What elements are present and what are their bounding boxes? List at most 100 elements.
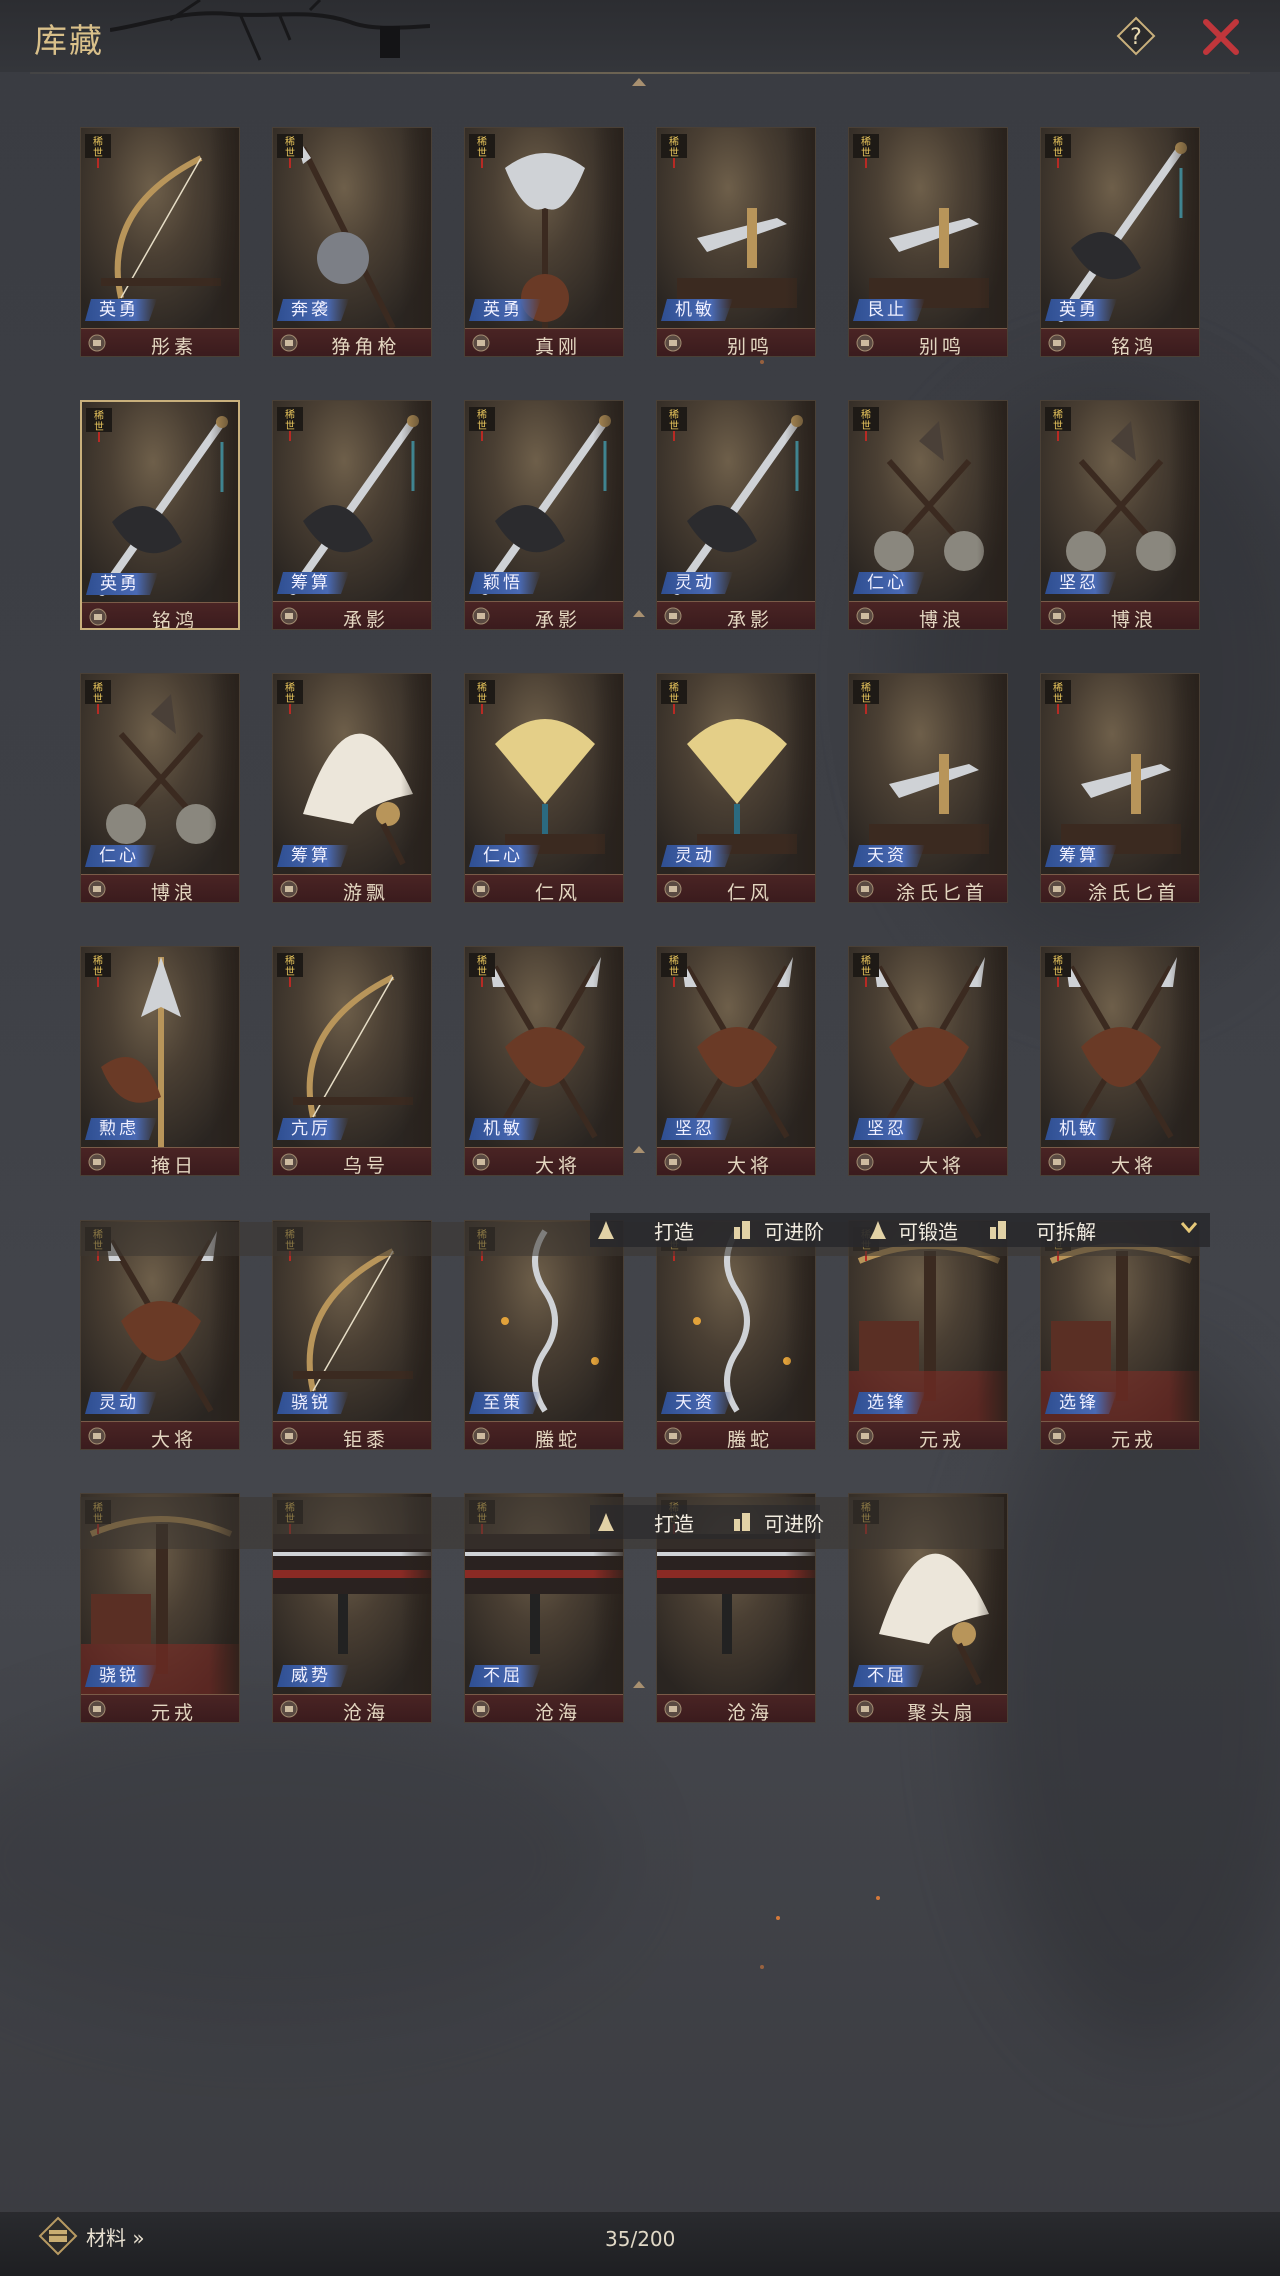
rare-badge-icon: 稀 世 (853, 953, 879, 987)
forge-filter-label[interactable]: 打造 (654, 1508, 694, 1537)
lock-seal-icon (89, 608, 107, 626)
equipment-card[interactable]: 稀 世 英勇 铭鸿 (80, 400, 240, 630)
rare-badge-icon: 稀 世 (469, 953, 495, 987)
svg-text:稀: 稀 (477, 681, 487, 694)
card-name: 大将 (918, 1155, 965, 1176)
card-name: 聚头扇 (907, 1702, 977, 1723)
dismantle-filter-label[interactable]: 可拆解 (1036, 1216, 1096, 1245)
svg-text:稀: 稀 (1053, 954, 1063, 967)
trait-tag: 艮止 (853, 299, 925, 321)
svg-text:世: 世 (477, 693, 487, 705)
svg-text:世: 世 (285, 147, 295, 159)
ember-particle (760, 360, 764, 364)
equipment-card[interactable]: 稀 世 亢厉 乌号 (272, 946, 432, 1176)
card-name-bar: 彤素 (81, 328, 239, 357)
trait-tag: 天资 (853, 845, 925, 867)
svg-text:稀: 稀 (93, 954, 103, 967)
card-name: 仁风 (534, 882, 581, 903)
card-name: 大将 (534, 1155, 581, 1176)
svg-text:世: 世 (285, 693, 295, 705)
materials-button[interactable]: 材料 » (86, 2222, 145, 2251)
header-divider (30, 72, 1250, 74)
card-name-bar: 聚头扇 (849, 1694, 1007, 1723)
svg-text:稀: 稀 (1053, 135, 1063, 148)
lock-seal-icon (1048, 880, 1066, 898)
equipment-card[interactable]: 稀 世 机敏 大将 (1040, 946, 1200, 1176)
card-name-bar: 博浪 (1041, 601, 1199, 629)
lock-seal-icon (280, 607, 298, 625)
svg-text:稀: 稀 (285, 954, 295, 967)
header-bar: 库藏 ? (0, 0, 1280, 72)
equipment-card[interactable]: 稀 世 坚忍 大将 (848, 946, 1008, 1176)
trait-tag: 至策 (469, 1392, 541, 1414)
forge-filter-label[interactable]: 打造 (654, 1216, 694, 1245)
svg-text:世: 世 (1053, 420, 1063, 432)
advance-filter-label[interactable]: 可进阶 (764, 1508, 824, 1537)
lock-seal-icon (664, 607, 682, 625)
advance-filter-icon (734, 1513, 750, 1531)
dismantle-filter-icon (990, 1221, 1006, 1239)
rare-badge-icon: 稀 世 (1045, 953, 1071, 987)
trait-tag: 英勇 (1045, 299, 1117, 321)
equipment-card[interactable]: 稀 世 天资 涂氏匕首 (848, 673, 1008, 903)
trait-tag: 仁心 (853, 572, 925, 594)
card-name: 承影 (342, 609, 389, 630)
card-name: 承影 (726, 609, 773, 630)
equipment-card[interactable]: 稀 世 机敏 别鸣 (656, 127, 816, 357)
card-name-bar: 博浪 (81, 874, 239, 902)
filter-dropdown-chevron-icon[interactable] (1180, 1221, 1198, 1233)
lock-seal-icon (88, 1153, 106, 1171)
svg-text:稀: 稀 (285, 681, 295, 694)
card-name: 涂氏匕首 (1087, 882, 1180, 903)
lock-seal-icon (664, 1700, 682, 1718)
card-name: 大将 (726, 1155, 773, 1176)
card-name-bar: 沧海 (465, 1694, 623, 1722)
equipment-card[interactable]: 稀 世 仁心 博浪 (80, 673, 240, 903)
rare-badge-icon: 稀 世 (85, 134, 111, 168)
equipment-card[interactable]: 稀 世 灵动 承影 (656, 400, 816, 630)
card-name-bar: 别鸣 (849, 328, 1007, 357)
equipment-card[interactable]: 稀 世 筹算 承影 (272, 400, 432, 630)
svg-text:?: ? (1130, 25, 1142, 50)
trait-tag: 选锋 (1045, 1392, 1117, 1414)
card-name-bar: 涂氏匕首 (1041, 874, 1199, 903)
equipment-card[interactable]: 稀 世 灵动 仁风 (656, 673, 816, 903)
lock-seal-icon (472, 1427, 490, 1445)
equipment-card[interactable]: 稀 世 筹算 游飘 (272, 673, 432, 903)
trait-tag: 骁锐 (85, 1665, 157, 1687)
equipment-card[interactable]: 稀 世 颖悟 承影 (464, 400, 624, 630)
equipment-card[interactable]: 稀 世 勲虑 掩日 (80, 946, 240, 1176)
rare-badge-icon: 稀 世 (853, 134, 879, 168)
equipment-card[interactable]: 稀 世 机敏 大将 (464, 946, 624, 1176)
forge-filter-label[interactable]: 可锻造 (898, 1216, 958, 1245)
equipment-card[interactable]: 稀 世 英勇 真刚 (464, 127, 624, 357)
card-name: 狰角枪 (331, 336, 401, 357)
help-icon[interactable]: ? (1116, 16, 1156, 56)
lock-seal-icon (472, 1700, 490, 1718)
svg-text:稀: 稀 (861, 954, 871, 967)
equipment-card[interactable]: 稀 世 仁心 博浪 (848, 400, 1008, 630)
card-name: 沧海 (342, 1702, 389, 1723)
materials-chest-icon[interactable] (38, 2216, 78, 2256)
equipment-card[interactable]: 稀 世 仁心 仁风 (464, 673, 624, 903)
trait-tag: 骁锐 (277, 1392, 349, 1414)
card-name-bar: 仁风 (465, 874, 623, 903)
card-name: 别鸣 (918, 336, 965, 357)
advance-filter-label[interactable]: 可进阶 (764, 1216, 824, 1245)
rare-badge-icon: 稀 世 (1045, 407, 1071, 441)
card-name-bar: 大将 (81, 1421, 239, 1449)
svg-text:稀: 稀 (285, 408, 295, 421)
equipment-card[interactable]: 稀 世 英勇 彤素 (80, 127, 240, 357)
equipment-card[interactable]: 稀 世 艮止 别鸣 (848, 127, 1008, 357)
equipment-card[interactable]: 稀 世 坚忍 博浪 (1040, 400, 1200, 630)
equipment-card[interactable]: 稀 世 奔袭 狰角枪 (272, 127, 432, 357)
svg-text:世: 世 (861, 147, 871, 159)
lock-seal-icon (856, 1427, 874, 1445)
equipment-card[interactable]: 稀 世 筹算 涂氏匕首 (1040, 673, 1200, 903)
svg-text:稀: 稀 (861, 135, 871, 148)
equipment-card[interactable]: 稀 世 英勇 铭鸿 (1040, 127, 1200, 357)
equipment-card[interactable]: 稀 世 坚忍 大将 (656, 946, 816, 1176)
svg-text:稀: 稀 (94, 409, 104, 422)
card-name: 彤素 (150, 336, 197, 357)
close-icon[interactable] (1200, 16, 1242, 58)
